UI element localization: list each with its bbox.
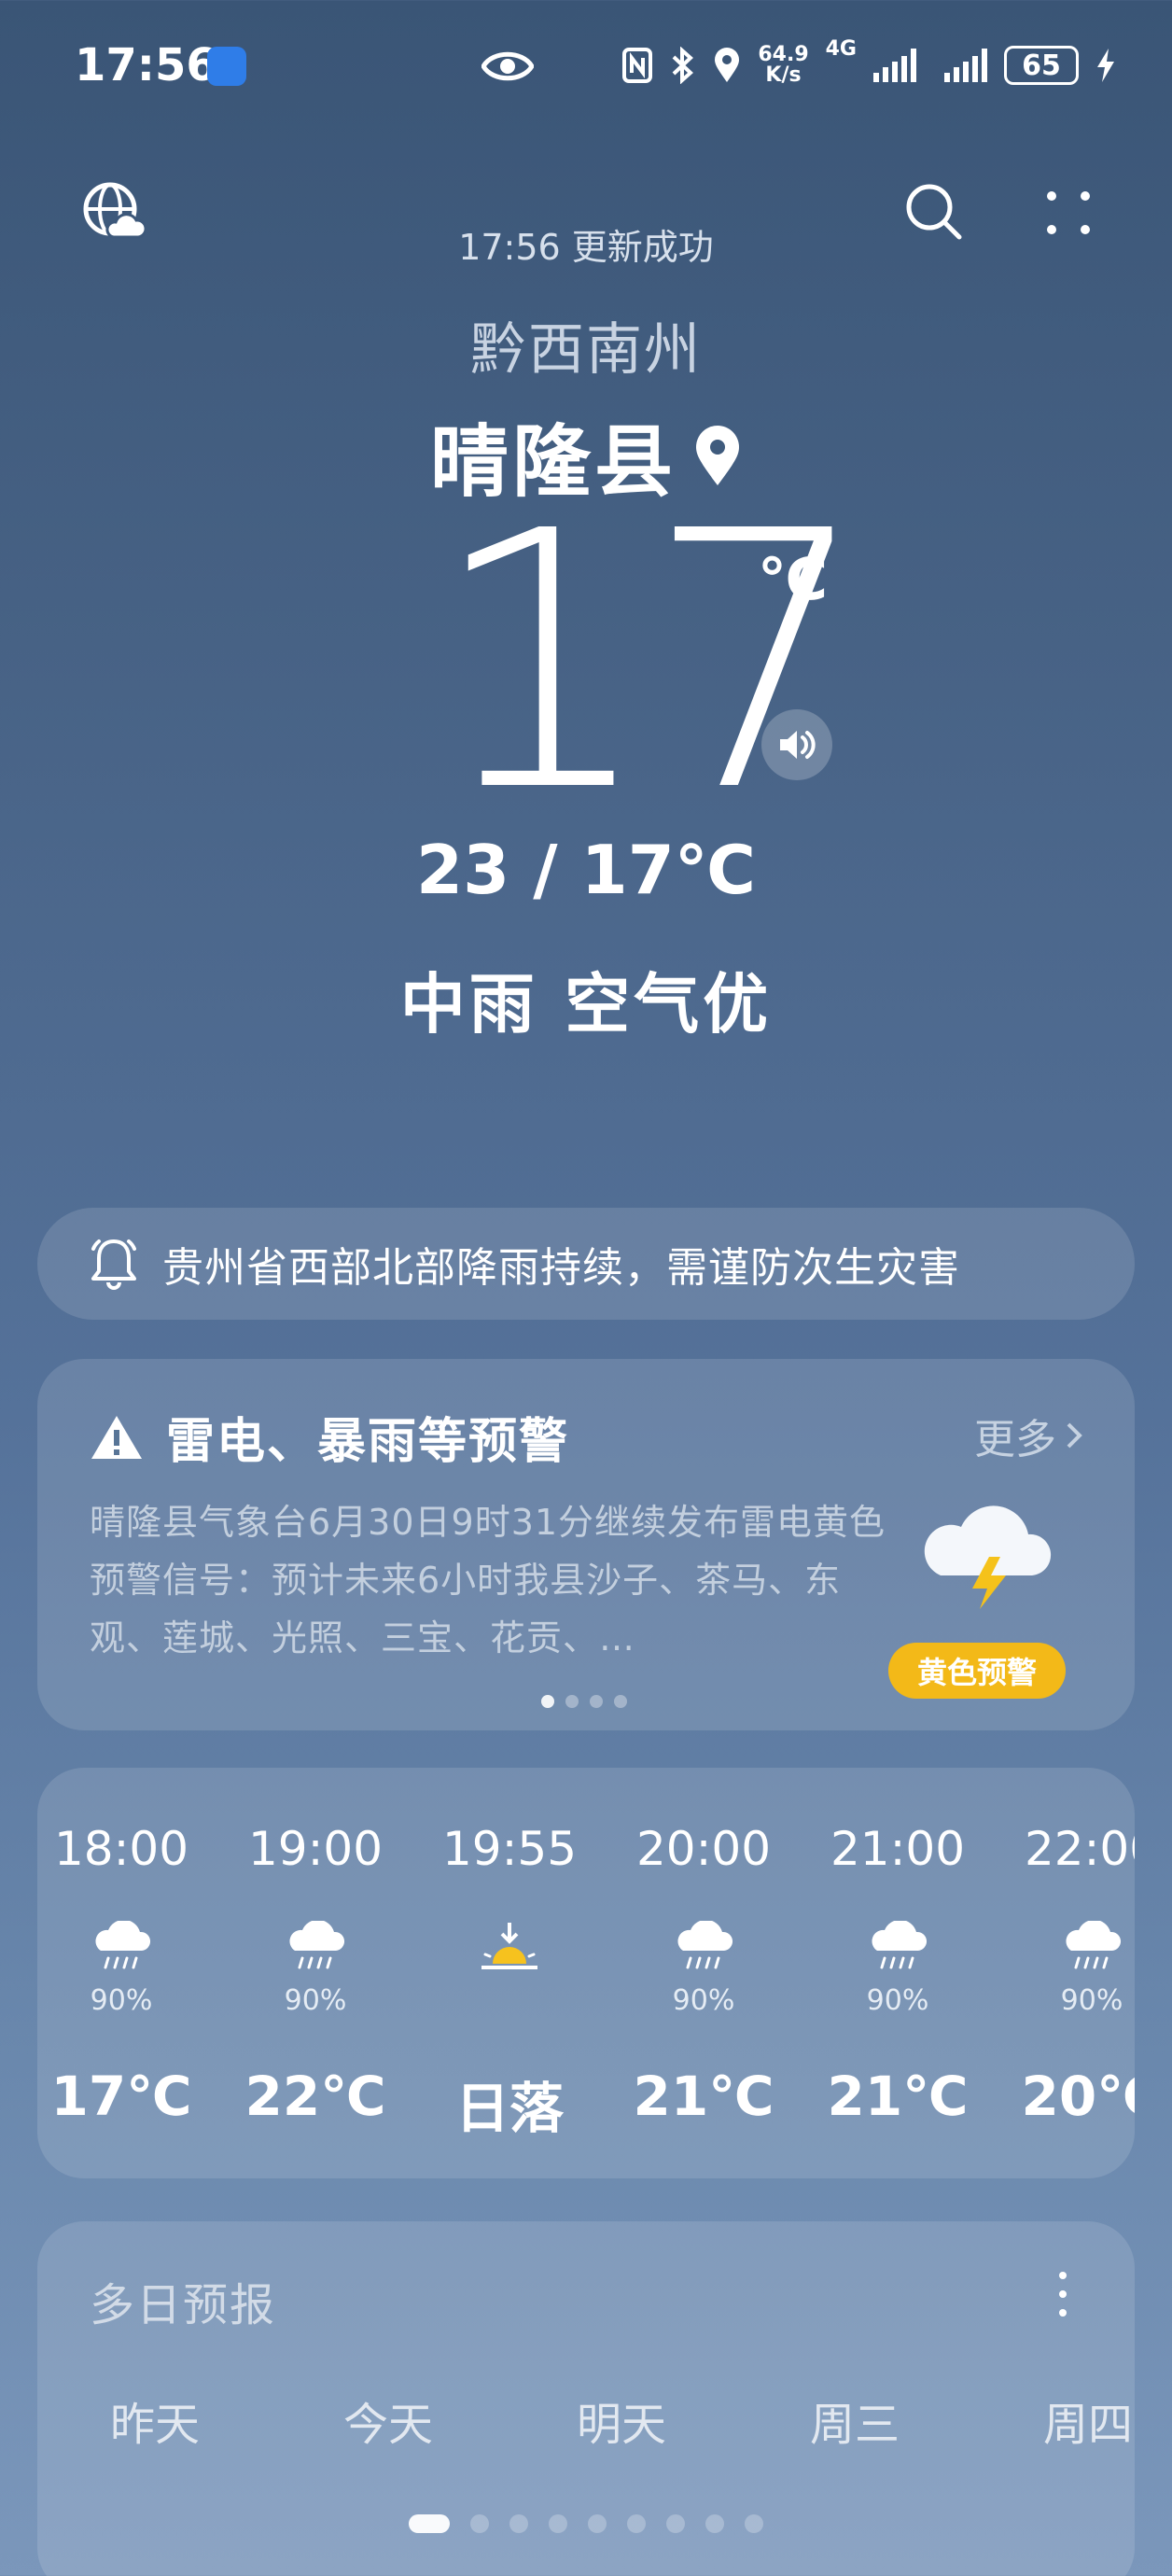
charging-icon — [1097, 49, 1114, 82]
day-label[interactable]: 今天 — [304, 2387, 472, 2453]
hourly-item: 19:00 90% 22℃ — [231, 1768, 399, 2178]
day-label[interactable]: 周三 — [771, 2387, 939, 2453]
nfc-icon — [622, 48, 653, 83]
hour-temperature: 17℃ — [50, 2065, 192, 2128]
precipitation-probability: 90% — [1060, 1984, 1123, 2017]
hourly-item: 22:00 90% 20℃ — [1008, 1768, 1135, 2178]
rain-cloud-icon — [674, 1919, 733, 1975]
weather-warning-card[interactable]: 雷电、暴雨等预警 更多 晴隆县气象台6月30日9时31分继续发布雷电黄色预警信号… — [37, 1359, 1135, 1730]
more-label: 更多 — [974, 1416, 1056, 1463]
hour-temperature: 21℃ — [827, 2065, 969, 2128]
battery-icon: 65 — [1004, 46, 1079, 85]
bell-icon — [91, 1239, 136, 1290]
voice-broadcast-button[interactable] — [761, 709, 832, 780]
rain-cloud-icon — [286, 1919, 345, 1975]
warning-title: 雷电、暴雨等预警 — [166, 1414, 570, 1470]
alert-text: 贵州省西部北部降雨持续，需谨防次生灾害 — [162, 1244, 960, 1292]
warning-more-link[interactable]: 更多 — [974, 1406, 1082, 1465]
rain-cloud-icon — [868, 1919, 928, 1975]
rain-cloud-icon — [1062, 1919, 1122, 1975]
app-notification-icon — [207, 47, 246, 86]
warning-level-badge: 黄色预警 — [888, 1643, 1066, 1699]
temperature-unit: ℃ — [758, 545, 829, 613]
daily-menu-icon[interactable] — [1056, 2266, 1069, 2322]
hour-time: 19:00 — [247, 1822, 384, 1876]
chevron-right-icon — [1067, 1422, 1082, 1449]
daily-title: 多日预报 — [90, 2279, 277, 2331]
weather-condition: 中雨 空气优 — [399, 966, 773, 1043]
hourly-item: 21:00 90% 21℃ — [814, 1768, 982, 2178]
warning-description: 晴隆县气象台6月30日9时31分继续发布雷电黄色预警信号：预计未来6小时我县沙子… — [90, 1502, 886, 1659]
hour-time: 21:00 — [830, 1822, 966, 1876]
city-page-indicator — [0, 2514, 1172, 2533]
temperature-range: 23 / 17℃ — [415, 831, 756, 909]
alert-banner[interactable]: 贵州省西部北部降雨持续，需谨防次生灾害 — [37, 1208, 1135, 1320]
thunderstorm-cloud-icon — [924, 1505, 1052, 1609]
precipitation-probability: 90% — [866, 1984, 929, 2017]
status-time: 17:56 — [75, 39, 217, 91]
hour-temperature: 日落 — [454, 2077, 564, 2140]
hourly-item: 20:00 90% 21℃ — [620, 1768, 788, 2178]
day-label[interactable]: 昨天 — [71, 2387, 239, 2453]
hour-time: 20:00 — [635, 1822, 772, 1876]
region-name: 黔西南州 — [470, 317, 702, 383]
warning-pager-dots — [541, 1695, 627, 1708]
signal-strength-2-icon — [944, 49, 987, 82]
location-icon — [715, 48, 740, 82]
bluetooth-icon — [672, 47, 694, 84]
eye-icon — [481, 51, 534, 81]
status-bar: 17:56 64.9 K/s 4G 65 — [0, 0, 1172, 140]
hour-temperature: 21℃ — [633, 2065, 774, 2128]
net-speed: 64.9 K/s — [758, 43, 809, 87]
hourly-item: 18:00 90% 17℃ — [37, 1768, 205, 2178]
hour-time: 18:00 — [53, 1822, 189, 1876]
precipitation-probability: 90% — [90, 1984, 153, 2017]
precipitation-probability: 90% — [284, 1984, 347, 2017]
day-label[interactable]: 周四 — [1004, 2387, 1172, 2453]
hour-time: 19:55 — [441, 1822, 578, 1876]
speaker-icon — [780, 731, 816, 759]
hour-temperature: 20℃ — [1021, 2065, 1135, 2128]
precipitation-probability: 90% — [672, 1984, 735, 2017]
hourly-item: 19:55 日落 — [426, 1768, 593, 2178]
network-type: 4G — [825, 37, 857, 61]
status-right-group: 64.9 K/s 4G 65 — [621, 39, 1116, 91]
hourly-forecast-card[interactable]: 18:00 90% 17℃ 19:00 90% 22℃ 19:55 日落 20:00 90% 21℃… — [37, 1768, 1135, 2178]
signal-strength-icon — [873, 49, 916, 82]
day-label[interactable]: 明天 — [537, 2387, 705, 2453]
current-temperature: 17 — [429, 455, 872, 869]
hour-temperature: 22℃ — [244, 2065, 386, 2128]
sunset-icon — [480, 1921, 539, 1975]
rain-cloud-icon — [91, 1919, 151, 1975]
update-status: 17:56 更新成功 — [458, 227, 714, 268]
warning-triangle-icon — [91, 1416, 142, 1459]
hour-time: 22:00 — [1024, 1822, 1135, 1876]
